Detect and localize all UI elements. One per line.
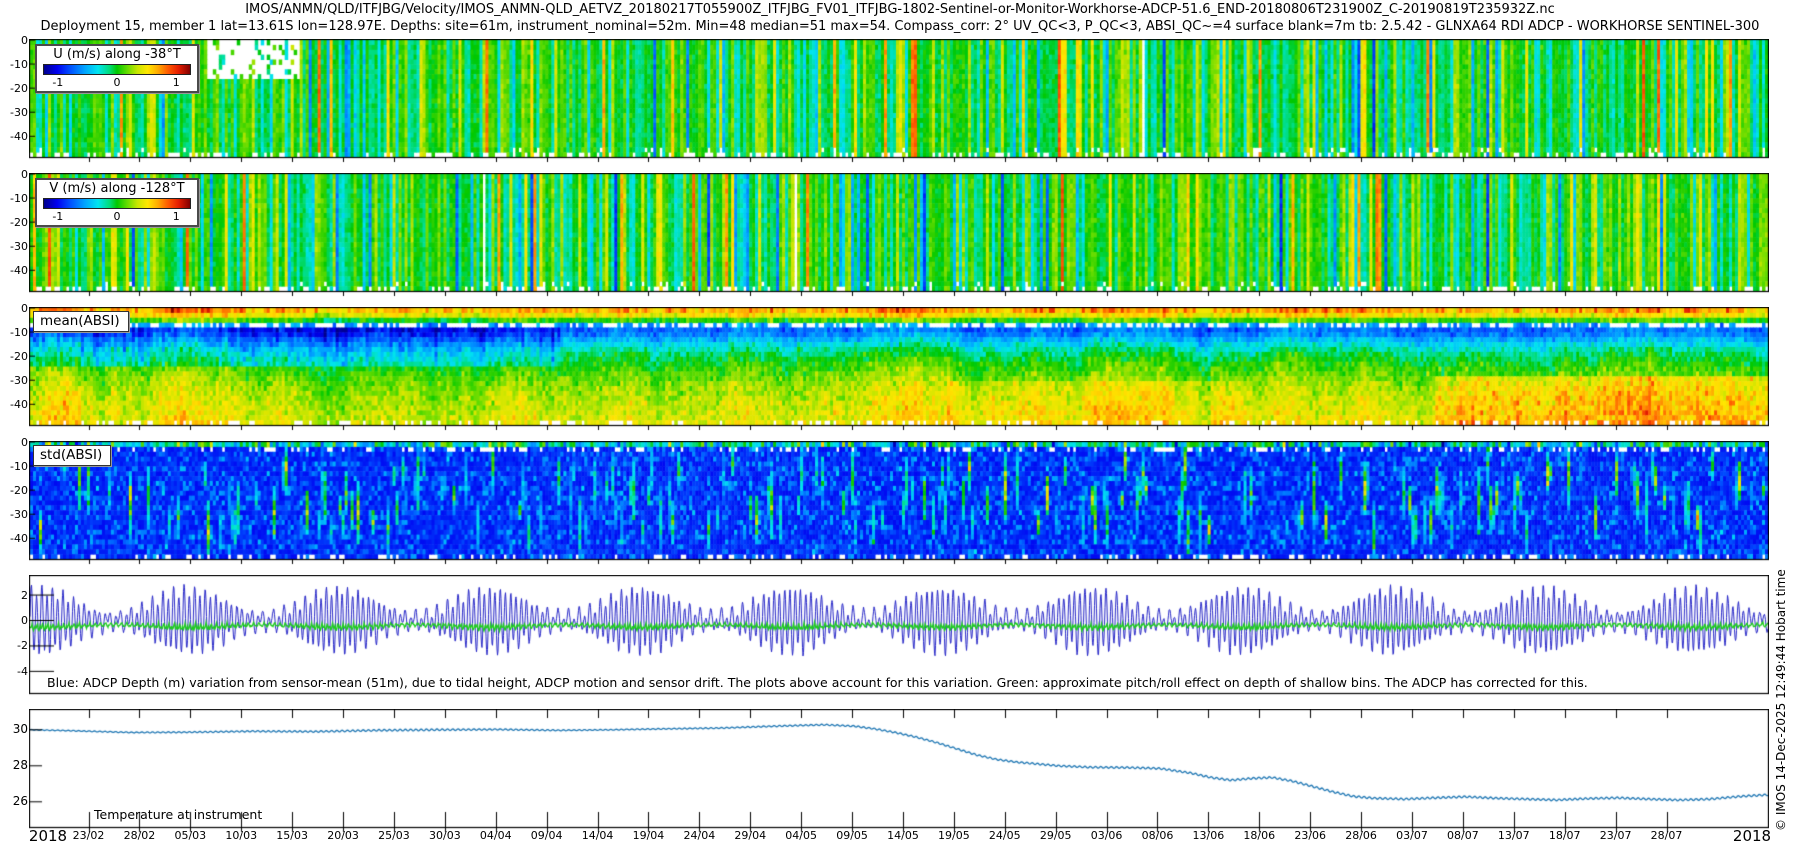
- y-tick-label: -20: [1, 350, 28, 363]
- x-tick-label: 09/04: [531, 829, 563, 842]
- mean-absi-label: mean(ABSI): [33, 311, 129, 332]
- figure: IMOS/ANMN/QLD/ITFJBG/Velocity/IMOS_ANMN-…: [0, 0, 1800, 850]
- x-tick-label: 03/07: [1396, 829, 1428, 842]
- x-tick-label: 25/03: [378, 829, 410, 842]
- depth-variation-note: Blue: ADCP Depth (m) variation from sens…: [47, 675, 1588, 690]
- y-tick-label: 0: [1, 302, 28, 315]
- v-colorbar: [43, 198, 191, 209]
- y-tick-label: -30: [1, 508, 28, 521]
- y-tick-label: -10: [1, 460, 28, 473]
- figure-subtitle: Deployment 15, member 1 lat=13.61S lon=1…: [0, 19, 1800, 34]
- x-tick-label: 29/04: [734, 829, 766, 842]
- u-colorbar: [43, 64, 191, 75]
- colorbar-tick-label: 1: [173, 76, 180, 89]
- x-tick-label: 14/04: [582, 829, 614, 842]
- panel-mean-absi: mean(ABSI): [30, 308, 1768, 425]
- y-tick-label: -40: [1, 130, 28, 143]
- y-tick-label: -10: [1, 192, 28, 205]
- x-tick-label: 19/05: [938, 829, 970, 842]
- u-colorbar-legend: U (m/s) along -38°T -1 0 1: [35, 44, 199, 93]
- colorbar-tick-label: 1: [173, 210, 180, 223]
- colorbar-tick-label: -1: [52, 210, 63, 223]
- y-tick-label: 0: [1, 436, 28, 449]
- x-tick-label: 30/03: [429, 829, 461, 842]
- y-tick-label: 28: [1, 759, 28, 772]
- panel-temperature: Temperature at instrument: [30, 710, 1768, 827]
- x-tick-label: 28/06: [1345, 829, 1377, 842]
- y-tick-label: 0: [1, 168, 28, 181]
- x-tick-label: 23/02: [73, 829, 105, 842]
- v-colorbar-legend: V (m/s) along -128°T -1 0 1: [35, 178, 199, 227]
- x-tick-label: 18/06: [1243, 829, 1275, 842]
- x-axis-year-start: 2018: [29, 827, 67, 845]
- y-tick-label: -30: [1, 240, 28, 253]
- y-tick-label: 2: [1, 589, 28, 602]
- y-tick-label: -40: [1, 532, 28, 545]
- x-tick-label: 10/03: [225, 829, 257, 842]
- x-tick-label: 04/05: [785, 829, 817, 842]
- y-tick-label: -20: [1, 484, 28, 497]
- y-tick-label: -4: [1, 665, 28, 678]
- y-tick-label: -30: [1, 374, 28, 387]
- x-tick-label: 18/07: [1549, 829, 1581, 842]
- y-tick-label: 30: [1, 723, 28, 736]
- x-tick-label: 29/05: [1040, 829, 1072, 842]
- y-tick-label: -10: [1, 58, 28, 71]
- v-velocity-heatmap: [29, 173, 1769, 297]
- y-tick-label: 26: [1, 795, 28, 808]
- x-tick-label: 13/07: [1498, 829, 1530, 842]
- y-tick-label: -20: [1, 82, 28, 95]
- panel-u-velocity: U (m/s) along -38°T -1 0 1: [30, 40, 1768, 157]
- std-absi-label: std(ABSI): [33, 445, 111, 466]
- x-tick-label: 28/07: [1651, 829, 1683, 842]
- y-tick-label: -40: [1, 264, 28, 277]
- y-tick-label: -2: [1, 639, 28, 652]
- x-tick-label: 20/03: [327, 829, 359, 842]
- x-tick-label: 14/05: [887, 829, 919, 842]
- x-tick-label: 03/06: [1091, 829, 1123, 842]
- x-tick-label: 23/06: [1294, 829, 1326, 842]
- x-tick-label: 24/05: [989, 829, 1021, 842]
- colorbar-tick-label: -1: [52, 76, 63, 89]
- colorbar-tick-label: 0: [114, 76, 121, 89]
- x-tick-label: 09/05: [836, 829, 868, 842]
- v-legend-title: V (m/s) along -128°T: [37, 181, 197, 197]
- x-tick-label: 04/04: [480, 829, 512, 842]
- x-tick-label: 15/03: [276, 829, 308, 842]
- x-axis-year-end: 2018: [1733, 827, 1771, 845]
- temperature-line-chart: [29, 709, 1769, 833]
- y-tick-label: -10: [1, 326, 28, 339]
- x-tick-label: 08/06: [1142, 829, 1174, 842]
- panel-std-absi: std(ABSI): [30, 442, 1768, 559]
- figure-title: IMOS/ANMN/QLD/ITFJBG/Velocity/IMOS_ANMN-…: [0, 2, 1800, 17]
- copyright-watermark: © IMOS 14-Dec-2025 12:49:44 Hobart time: [1774, 569, 1788, 831]
- mean-absi-heatmap: [29, 307, 1769, 431]
- v-colorbar-ticks: -1 0 1: [37, 210, 197, 223]
- y-tick-label: -30: [1, 106, 28, 119]
- x-tick-label: 24/04: [684, 829, 716, 842]
- panel-depth-variation: Blue: ADCP Depth (m) variation from sens…: [30, 576, 1768, 693]
- x-tick-label: 05/03: [174, 829, 206, 842]
- u-colorbar-ticks: -1 0 1: [37, 76, 197, 89]
- temperature-label: Temperature at instrument: [94, 807, 262, 822]
- panel-v-velocity: V (m/s) along -128°T -1 0 1: [30, 174, 1768, 291]
- x-tick-label: 23/07: [1600, 829, 1632, 842]
- std-absi-heatmap: [29, 441, 1769, 565]
- u-velocity-heatmap: [29, 39, 1769, 163]
- x-tick-label: 13/06: [1193, 829, 1225, 842]
- x-tick-label: 19/04: [633, 829, 665, 842]
- y-tick-label: -20: [1, 216, 28, 229]
- colorbar-tick-label: 0: [114, 210, 121, 223]
- y-tick-label: 0: [1, 614, 28, 627]
- y-tick-label: 0: [1, 34, 28, 47]
- x-tick-label: 08/07: [1447, 829, 1479, 842]
- x-tick-label: 28/02: [124, 829, 156, 842]
- u-legend-title: U (m/s) along -38°T: [37, 47, 197, 63]
- y-tick-label: -40: [1, 398, 28, 411]
